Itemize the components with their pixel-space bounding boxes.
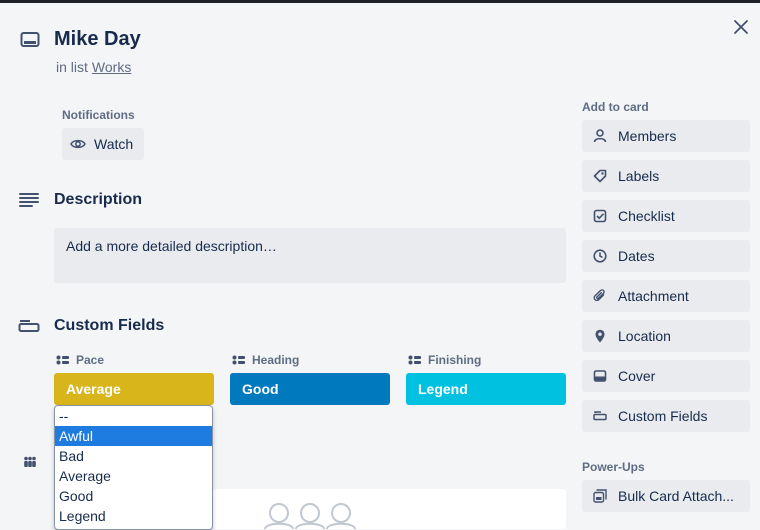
description-icon <box>17 188 41 212</box>
finishing-select[interactable]: Legend <box>406 373 566 405</box>
dropdown-option[interactable]: -- <box>55 406 212 426</box>
attachment-label: Attachment <box>618 288 689 304</box>
location-button[interactable]: Location <box>582 320 750 352</box>
cover-icon <box>592 368 608 384</box>
finishing-label-text: Finishing <box>428 353 482 367</box>
tag-icon <box>592 168 608 184</box>
dropdown-option[interactable]: Average <box>55 466 212 486</box>
power-ups-heading: Power-Ups <box>582 460 645 474</box>
custom-fields-label: Custom Fields <box>618 408 708 424</box>
watch-button[interactable]: Watch <box>62 128 144 160</box>
dates-button[interactable]: Dates <box>582 240 750 272</box>
field-dropdown-icon <box>56 355 70 365</box>
add-to-card-heading: Add to card <box>582 100 649 114</box>
heading-select[interactable]: Good <box>230 373 390 405</box>
dropdown-option-selected[interactable]: Awful <box>55 426 212 446</box>
pace-value: Average <box>66 381 121 397</box>
labels-label: Labels <box>618 168 660 184</box>
close-icon[interactable] <box>729 15 753 39</box>
pace-field-label: Pace <box>56 353 104 367</box>
watch-label: Watch <box>94 136 134 152</box>
pace-dropdown-list[interactable]: -- Awful Bad Average Good Legend <box>54 405 213 530</box>
bulk-attach-icon <box>592 488 608 504</box>
eye-icon <box>70 138 86 150</box>
location-label: Location <box>618 328 671 344</box>
finishing-field-label: Finishing <box>408 353 481 367</box>
in-list-prefix: in list <box>56 59 88 75</box>
field-dropdown-icon <box>408 355 422 365</box>
attachment-button[interactable]: Attachment <box>582 280 750 312</box>
custom-fields-button[interactable]: Custom Fields <box>582 400 750 432</box>
paperclip-icon <box>592 288 608 304</box>
members-label: Members <box>618 128 677 144</box>
bulk-card-attach-label: Bulk Card Attach... <box>618 488 734 504</box>
card-title[interactable]: Mike Day <box>54 28 141 51</box>
clock-icon <box>592 248 608 264</box>
checklist-label: Checklist <box>618 208 675 224</box>
dropdown-option[interactable]: Legend <box>55 506 212 526</box>
field-dropdown-icon <box>232 355 246 365</box>
finishing-value: Legend <box>418 381 468 397</box>
custom-fields-section-icon <box>17 314 41 338</box>
heading-value: Good <box>242 381 279 397</box>
checkbox-icon <box>592 208 608 224</box>
bulk-card-attach-button[interactable]: Bulk Card Attach... <box>582 480 750 512</box>
card-icon <box>18 28 42 52</box>
custom-fields-title: Custom Fields <box>54 317 165 334</box>
notifications-heading: Notifications <box>62 108 135 122</box>
checklist-button[interactable]: Checklist <box>582 200 750 232</box>
heading-label-text: Heading <box>252 353 300 367</box>
list-link[interactable]: Works <box>92 59 131 75</box>
dropdown-option[interactable]: Bad <box>55 446 212 466</box>
custom-fields-icon <box>592 408 608 424</box>
pin-icon <box>592 328 608 344</box>
activity-panel <box>213 489 566 529</box>
person-icon <box>592 128 608 144</box>
description-input[interactable]: Add a more detailed description… <box>54 228 566 283</box>
members-button[interactable]: Members <box>582 120 750 152</box>
top-bar <box>0 0 760 3</box>
description-title: Description <box>54 191 143 208</box>
dropdown-option[interactable]: Good <box>55 486 212 506</box>
cover-label: Cover <box>618 368 656 384</box>
activity-icon <box>20 452 40 472</box>
pace-select[interactable]: Average <box>54 373 214 405</box>
members-illustration-icon <box>264 503 356 529</box>
cover-button[interactable]: Cover <box>582 360 750 392</box>
in-list-text: in list Works <box>56 59 131 75</box>
labels-button[interactable]: Labels <box>582 160 750 192</box>
heading-field-label: Heading <box>232 353 299 367</box>
pace-label-text: Pace <box>76 353 105 367</box>
dates-label: Dates <box>618 248 655 264</box>
